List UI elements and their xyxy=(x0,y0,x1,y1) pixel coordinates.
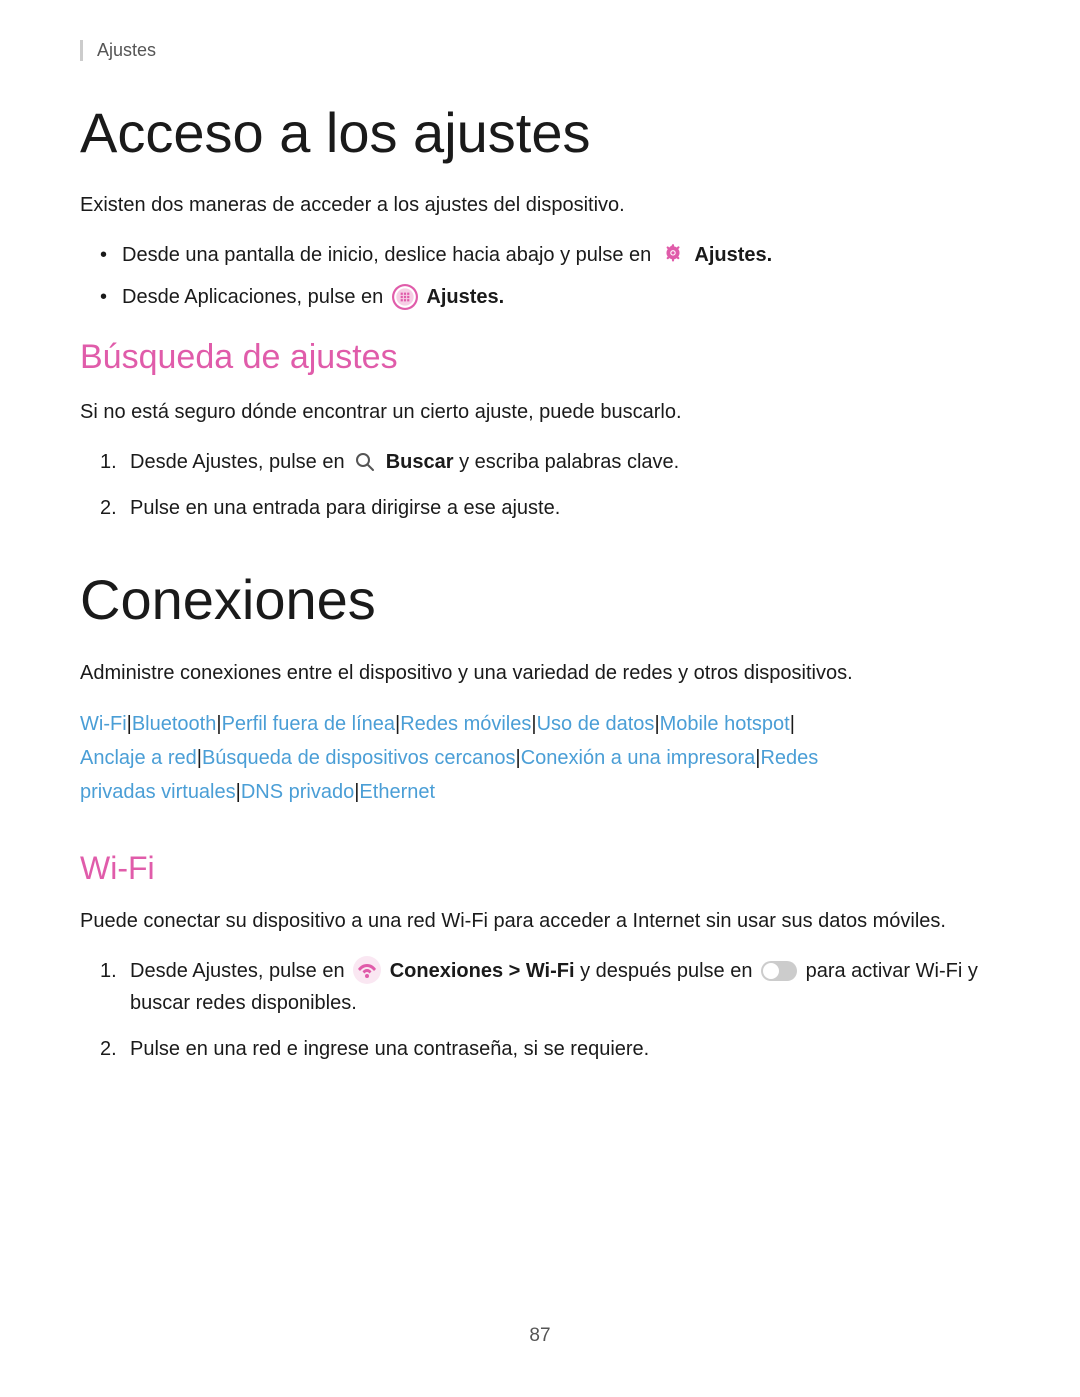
wifi-section: Wi-Fi Puede conectar su dispositivo a un… xyxy=(80,849,1000,1065)
busqueda-section: Búsqueda de ajustes Si no está seguro dó… xyxy=(80,337,1000,524)
acceso-bullet-2-bold: Ajustes. xyxy=(426,286,504,308)
acceso-bullet-2-text-before: Desde Aplicaciones, pulse en xyxy=(122,286,389,308)
sep-6: | xyxy=(790,713,795,735)
wifi-steps: Desde Ajustes, pulse en Conexiones > Wi-… xyxy=(80,955,1000,1065)
wifi-step-1: Desde Ajustes, pulse en Conexiones > Wi-… xyxy=(100,955,1000,1019)
acceso-bullet-1-text-before: Desde una pantalla de inicio, deslice ha… xyxy=(122,244,657,266)
link-hotspot[interactable]: Mobile hotspot xyxy=(660,713,790,735)
acceso-bullet-2: Desde Aplicaciones, pulse en Ajustes. xyxy=(100,281,1000,313)
page-number: 87 xyxy=(529,1325,550,1347)
conexiones-title: Conexiones xyxy=(80,568,1000,632)
conexiones-section: Conexiones Administre conexiones entre e… xyxy=(80,568,1000,1065)
link-wifi[interactable]: Wi-Fi xyxy=(80,713,127,735)
link-dns[interactable]: DNS privado xyxy=(241,781,354,803)
breadcrumb: Ajustes xyxy=(80,40,1000,61)
apps-icon xyxy=(392,284,418,310)
busqueda-title: Búsqueda de ajustes xyxy=(80,337,1000,378)
wifi-step-2: Pulse en una red e ingrese una contraseñ… xyxy=(100,1033,1000,1065)
toggle-icon xyxy=(761,961,797,981)
breadcrumb-label: Ajustes xyxy=(97,40,156,60)
link-impresora[interactable]: Conexión a una impresora xyxy=(521,747,756,769)
busqueda-step-2-text: Pulse en una entrada para dirigirse a es… xyxy=(130,497,560,519)
link-redes-moviles[interactable]: Redes móviles xyxy=(400,713,531,735)
conexiones-links: Wi-Fi|Bluetooth|Perfil fuera de línea|Re… xyxy=(80,707,1000,809)
search-icon xyxy=(353,450,377,474)
acceso-bullet-1: Desde una pantalla de inicio, deslice ha… xyxy=(100,239,1000,271)
acceso-bullet-1-bold: Ajustes. xyxy=(694,244,772,266)
acceso-intro: Existen dos maneras de acceder a los aju… xyxy=(80,189,1000,221)
link-perfil[interactable]: Perfil fuera de línea xyxy=(222,713,395,735)
wifi-intro: Puede conectar su dispositivo a una red … xyxy=(80,905,1000,937)
busqueda-step-1-before: Desde Ajustes, pulse en xyxy=(130,451,350,473)
acceso-bullets: Desde una pantalla de inicio, deslice ha… xyxy=(80,239,1000,313)
busqueda-step-1-after: y escriba palabras clave. xyxy=(459,451,679,473)
conexiones-intro: Administre conexiones entre el dispositi… xyxy=(80,657,1000,689)
wifi-step-1-middle: y después pulse en xyxy=(580,960,758,982)
link-busqueda-disp[interactable]: Búsqueda de dispositivos cercanos xyxy=(202,747,516,769)
link-redes-priv[interactable]: Redes xyxy=(760,747,818,769)
busqueda-step-1: Desde Ajustes, pulse en Buscar y escriba… xyxy=(100,446,1000,478)
acceso-section: Acceso a los ajustes Existen dos maneras… xyxy=(80,101,1000,524)
wifi-step-1-before: Desde Ajustes, pulse en xyxy=(130,960,350,982)
gear-icon xyxy=(660,242,686,268)
link-bluetooth[interactable]: Bluetooth xyxy=(132,713,217,735)
link-ethernet[interactable]: Ethernet xyxy=(359,781,435,803)
busqueda-intro: Si no está seguro dónde encontrar un cie… xyxy=(80,396,1000,428)
busqueda-step-2: Pulse en una entrada para dirigirse a es… xyxy=(100,492,1000,524)
wifi-step-2-text: Pulse en una red e ingrese una contraseñ… xyxy=(130,1038,649,1060)
link-redes-privadas[interactable]: privadas virtuales xyxy=(80,781,236,803)
busqueda-steps: Desde Ajustes, pulse en Buscar y escriba… xyxy=(80,446,1000,524)
wifi-connections-icon xyxy=(353,956,381,984)
acceso-title: Acceso a los ajustes xyxy=(80,101,1000,165)
link-uso-datos[interactable]: Uso de datos xyxy=(537,713,655,735)
link-anclaje[interactable]: Anclaje a red xyxy=(80,747,197,769)
busqueda-step-1-bold: Buscar xyxy=(386,451,454,473)
wifi-step-1-nav: Conexiones > Wi-Fi xyxy=(390,960,575,982)
wifi-title: Wi-Fi xyxy=(80,849,1000,887)
